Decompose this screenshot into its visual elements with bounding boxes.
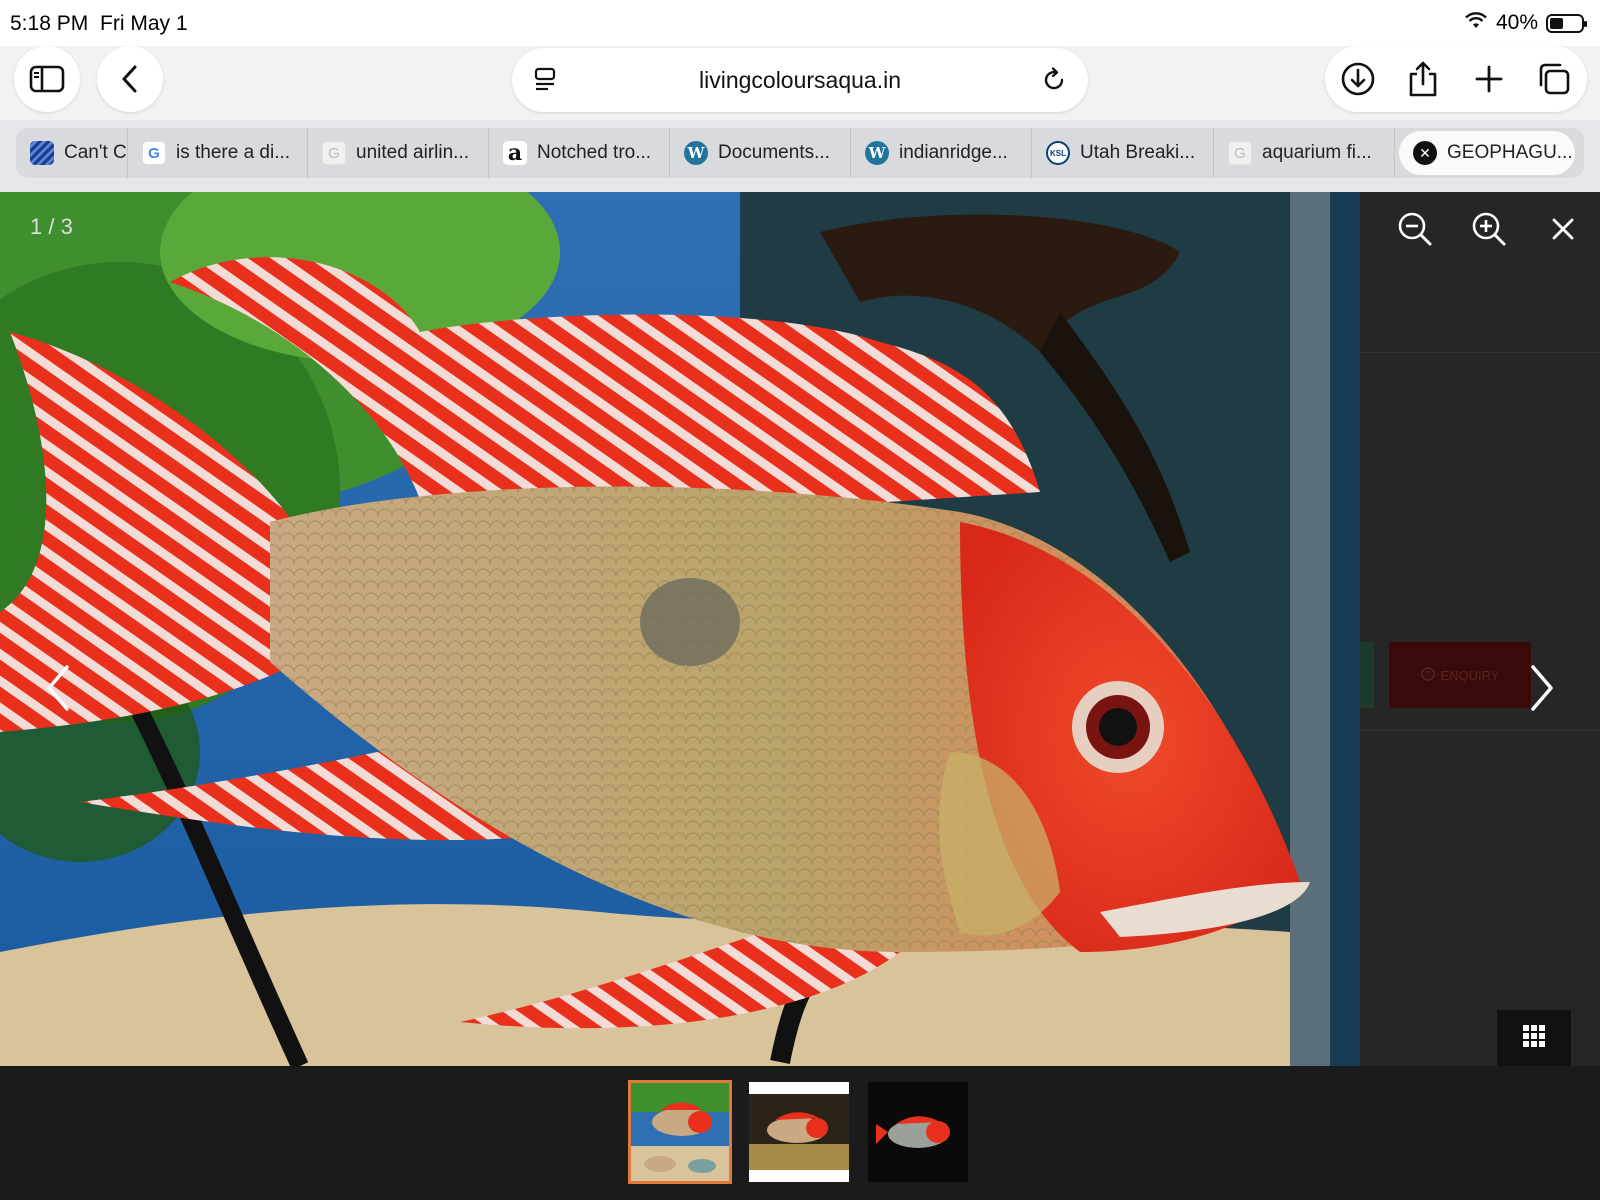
wordpress-favicon-icon: W (684, 141, 708, 165)
divider (1360, 730, 1600, 731)
tab-4[interactable]: a Notched tro... (489, 128, 670, 178)
status-right: 40% (1464, 11, 1587, 35)
grid-icon (1522, 1024, 1546, 1053)
close-button[interactable] (1540, 208, 1586, 254)
address-bar[interactable]: livingcoloursaqua.in (512, 48, 1088, 112)
tab-label: Can't C (64, 142, 127, 163)
enquiry-label: ENQUIRY (1440, 667, 1500, 683)
image-lightbox: ? ENQUIRY 1 / 3 (0, 192, 1600, 1200)
prev-arrow-icon (43, 663, 73, 718)
status-time: 5:18 PM (10, 12, 89, 35)
divider (1360, 352, 1600, 353)
zoom-in-icon (1471, 211, 1507, 252)
tab-2[interactable]: G is there a di... (128, 128, 308, 178)
tab-label: united airlin... (356, 142, 470, 163)
tab-1[interactable]: Can't C (16, 128, 128, 178)
product-panel-backdrop (1360, 192, 1600, 1066)
tab-bar: Can't C G is there a di... G united airl… (0, 120, 1600, 192)
tab-label: Documents... (718, 142, 830, 163)
share-icon (1406, 60, 1440, 98)
url-text[interactable]: livingcoloursaqua.in (699, 67, 901, 94)
new-tab-icon (1474, 64, 1504, 94)
tab-label: is there a di... (176, 142, 291, 163)
thumbnail-2[interactable] (749, 1082, 849, 1182)
google-gray-favicon-icon: G (322, 141, 346, 165)
tab-3[interactable]: G united airlin... (308, 128, 489, 178)
tab-9-active[interactable]: ✕ GEOPHAGU... (1399, 131, 1575, 175)
google-gray-favicon-icon: G (1228, 141, 1252, 165)
status-bar: 5:18 PM Fri May 1 40% (0, 0, 1600, 46)
close-icon (1549, 215, 1577, 248)
tabs-overview-button[interactable] (1530, 55, 1578, 103)
prev-image-button[interactable] (34, 660, 82, 720)
thumbnail-image (868, 1082, 968, 1182)
tab-label: aquarium fi... (1262, 142, 1372, 163)
thumbnail-image (749, 1082, 849, 1182)
tab-5[interactable]: W Documents... (670, 128, 851, 178)
tab-label: indianridge... (899, 142, 1008, 163)
zoom-in-button[interactable] (1466, 208, 1512, 254)
tab-strip: Can't C G is there a di... G united airl… (16, 128, 1584, 178)
page-menu-icon[interactable] (532, 66, 560, 94)
battery-percent: 40% (1495, 11, 1538, 34)
share-button[interactable] (1399, 55, 1447, 103)
download-icon (1340, 61, 1376, 97)
sidebar-icon (29, 64, 65, 94)
wordpress-favicon-icon: W (865, 141, 889, 165)
tab-label: Notched tro... (537, 142, 652, 163)
united-favicon-icon (30, 141, 54, 165)
tab-label: GEOPHAGU... (1447, 142, 1573, 163)
tabs-overview-icon (1536, 61, 1572, 97)
google-favicon-icon: G (142, 141, 166, 165)
thumbnail-1[interactable] (628, 1080, 732, 1184)
zoom-out-icon (1397, 211, 1433, 252)
new-tab-button[interactable] (1465, 55, 1513, 103)
wifi-icon (1464, 11, 1488, 35)
tab-label: Utah Breaki... (1080, 142, 1196, 163)
lightbox-stage: ? ENQUIRY 1 / 3 (0, 192, 1600, 1066)
tab-8[interactable]: G aquarium fi... (1214, 128, 1395, 178)
sidebar-button[interactable] (14, 46, 80, 112)
enquiry-button: ? ENQUIRY (1389, 642, 1531, 708)
battery-icon (1546, 13, 1587, 33)
thumbnail-3[interactable] (868, 1082, 968, 1182)
reload-icon[interactable] (1040, 66, 1068, 94)
help-icon: ? (1420, 666, 1435, 684)
zoom-out-button[interactable] (1392, 208, 1438, 254)
next-image-button[interactable] (1518, 660, 1566, 720)
tab-6[interactable]: W indianridge... (851, 128, 1032, 178)
fish-photo (0, 192, 1360, 1066)
thumbnail-image (630, 1082, 730, 1182)
back-button[interactable] (97, 46, 163, 112)
amazon-favicon-icon: a (503, 140, 527, 166)
thumbnail-grid-button[interactable] (1497, 1010, 1571, 1066)
download-button[interactable] (1334, 55, 1382, 103)
image-counter: 1 / 3 (30, 214, 73, 239)
browser-toolbar: livingcoloursaqua.in (0, 46, 1600, 120)
next-arrow-icon (1527, 663, 1557, 718)
cart-button-edge (1360, 642, 1374, 708)
back-icon (119, 64, 141, 94)
toolbar-actions (1325, 46, 1587, 112)
svg-text:?: ? (1425, 669, 1430, 679)
tab-7[interactable]: KSL Utah Breaki... (1032, 128, 1214, 178)
ksl-favicon-icon: KSL (1046, 141, 1070, 165)
status-date: Fri May 1 (100, 12, 188, 35)
close-tab-icon[interactable]: ✕ (1413, 141, 1437, 165)
